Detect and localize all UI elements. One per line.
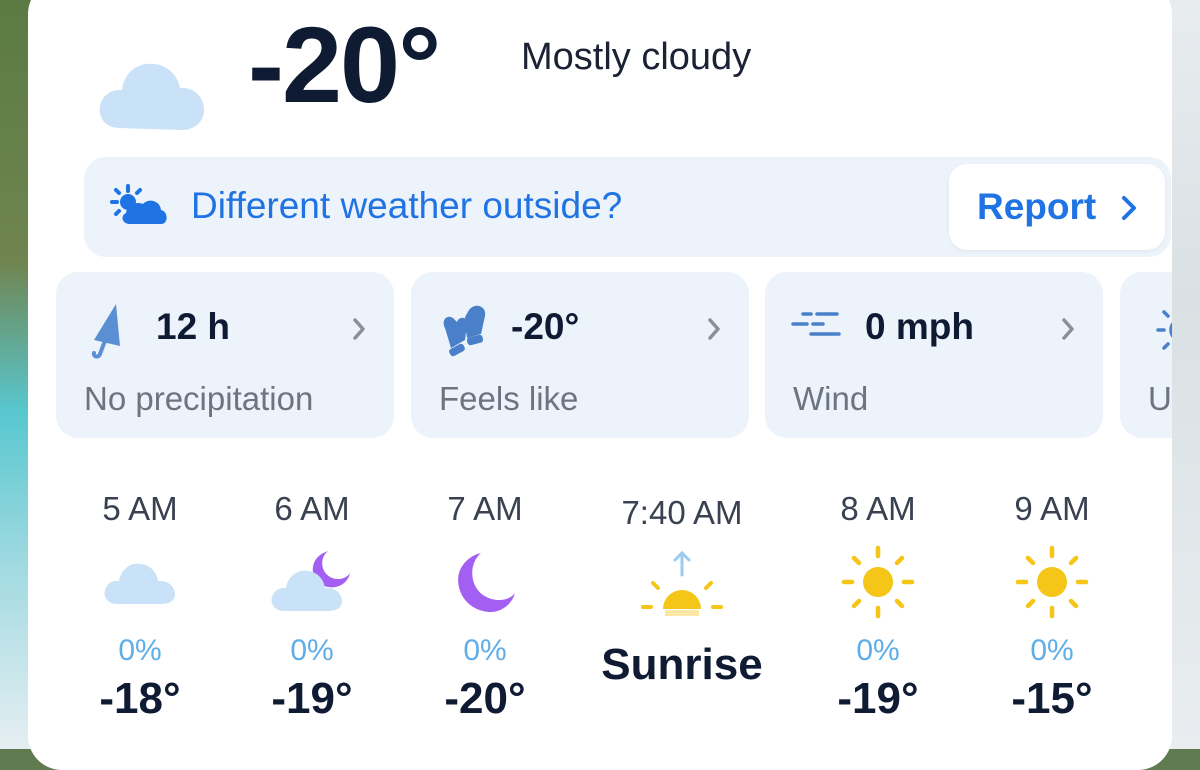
hour-precipitation: 0%: [118, 634, 162, 667]
hour-temperature: -19°: [837, 674, 919, 723]
report-button[interactable]: Report: [949, 164, 1165, 250]
current-condition: Mostly cloudy: [521, 36, 752, 78]
chevron-right-icon: [1122, 196, 1136, 220]
sunrise-label: Sunrise: [601, 640, 763, 689]
hour-temperature: -19°: [271, 674, 353, 723]
hour-time: 7:40 AM: [621, 494, 743, 531]
hourly-item[interactable]: 7 AM 0% -20°: [400, 482, 570, 724]
wind-label: Wind: [793, 380, 869, 417]
hour-time: 5 AM: [102, 490, 178, 527]
sun-icon: [1015, 545, 1089, 619]
feels-like-card[interactable]: -20° Feels like: [411, 272, 749, 438]
feels-like-value: -20°: [511, 306, 580, 347]
hour-time: 6 AM: [274, 490, 350, 527]
cloud-icon: [104, 563, 175, 604]
sun-cloud-icon: [110, 184, 167, 224]
sunrise-icon: [641, 550, 723, 616]
hour-temperature: -15°: [1011, 674, 1093, 723]
feels-like-label: Feels like: [439, 380, 579, 417]
moon-cloud-icon: [271, 551, 350, 611]
hour-time: 7 AM: [447, 490, 523, 527]
umbrella-icon: [91, 304, 120, 359]
hour-precipitation: 0%: [856, 634, 900, 667]
current-temperature: -20°: [248, 4, 441, 125]
sun-icon: [1156, 310, 1172, 350]
precipitation-card[interactable]: 12 h No precipitation: [56, 272, 394, 438]
wind-icon: [791, 312, 841, 336]
report-prompt: Different weather outside?: [191, 185, 623, 226]
report-button-label: Report: [977, 186, 1097, 227]
wind-value: 0 mph: [865, 306, 974, 347]
report-weather-banner[interactable]: Different weather outside? Report: [84, 157, 1171, 257]
hourly-item[interactable]: 8 AM 0% -19°: [793, 482, 963, 724]
hourly-item[interactable]: 5 AM 0% -18°: [55, 482, 225, 724]
chevron-right-icon: [708, 318, 720, 340]
uv-card[interactable]: U: [1120, 272, 1172, 438]
precipitation-value: 12 h: [156, 306, 231, 347]
hour-time: 9 AM: [1014, 490, 1090, 527]
chevron-right-icon: [1062, 318, 1074, 340]
hour-temperature: -20°: [444, 674, 526, 723]
hour-time: 8 AM: [840, 490, 916, 527]
mittens-icon: [443, 305, 486, 357]
moon-icon: [458, 553, 515, 613]
sun-icon: [841, 545, 915, 619]
wind-card[interactable]: 0 mph Wind: [765, 272, 1103, 438]
hour-precipitation: 0%: [1030, 634, 1074, 667]
chevron-right-icon: [353, 318, 365, 340]
uv-label: U: [1148, 380, 1172, 417]
hour-precipitation: 0%: [290, 634, 334, 667]
hour-temperature: -18°: [99, 674, 181, 723]
cloud-icon: [99, 63, 204, 130]
hourly-item[interactable]: 9 AM 0% -15°: [967, 482, 1137, 724]
precipitation-label: No precipitation: [84, 380, 314, 417]
weather-sheet: -20° Mostly cloudy Different weather out…: [28, 0, 1172, 770]
hourly-item-sunrise[interactable]: 7:40 AM Sunrise: [597, 482, 767, 690]
hourly-item[interactable]: 6 AM 0% -19°: [227, 482, 397, 724]
hour-precipitation: 0%: [463, 634, 507, 667]
